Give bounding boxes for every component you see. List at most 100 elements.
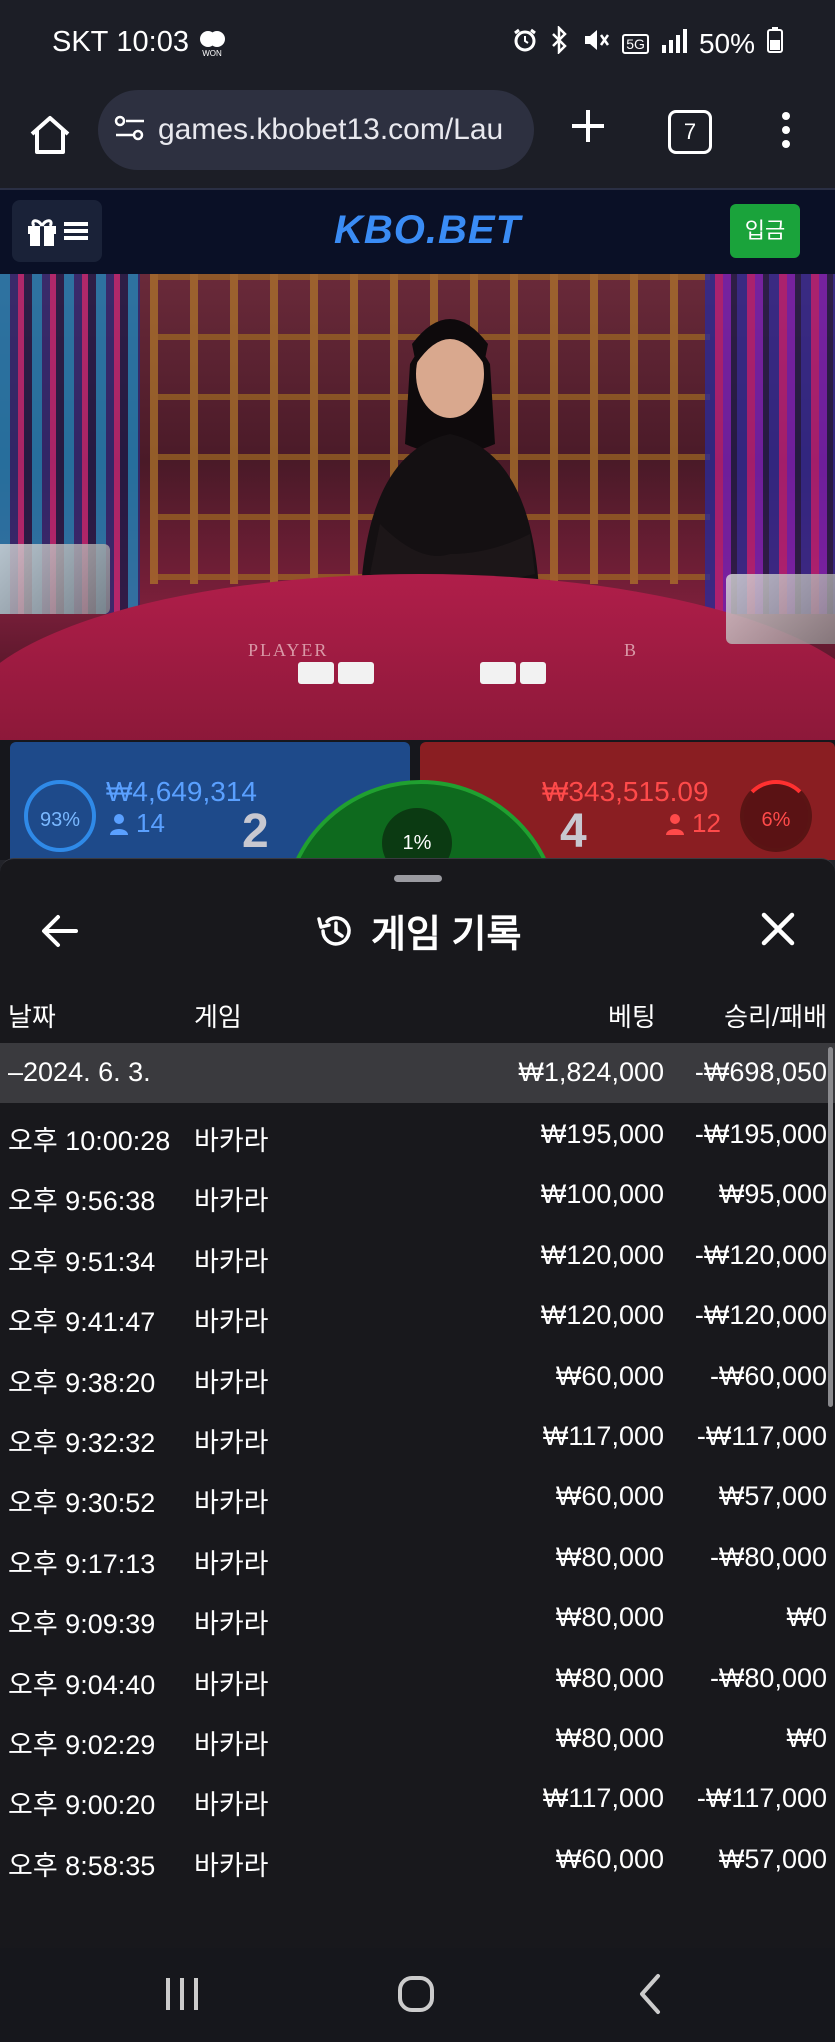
home-nav-button[interactable] bbox=[396, 1974, 436, 2019]
user-icon bbox=[666, 813, 684, 835]
banker-score: 4 bbox=[560, 805, 587, 858]
row-bet: ₩117,000 bbox=[542, 1421, 664, 1451]
banker-users: 12 bbox=[666, 808, 721, 839]
row-game: 바카라 bbox=[194, 1790, 269, 1821]
player-amount: ₩4,649,314 bbox=[106, 776, 257, 807]
battery-icon bbox=[767, 27, 783, 60]
url-field[interactable]: games.kbobet13.com/Lau bbox=[98, 90, 534, 170]
site-header: KBO.BET 입금 bbox=[0, 188, 835, 276]
overflow-menu-button[interactable] bbox=[778, 108, 794, 156]
home-circle-icon bbox=[398, 1976, 434, 2012]
sheet-title: 게임 기록 bbox=[315, 903, 521, 958]
site-logo[interactable]: KBO.BET bbox=[334, 208, 521, 253]
player-user-count: 14 bbox=[136, 808, 165, 838]
mute-icon bbox=[582, 27, 610, 60]
sheet-title-text: 게임 기록 bbox=[371, 914, 522, 956]
row-game: 바카라 bbox=[194, 1548, 269, 1579]
player-users: 14 bbox=[110, 808, 165, 839]
more-vert-icon bbox=[782, 112, 790, 148]
history-row[interactable]: 오후 9:41:47 바카라 ₩120,000 -₩120,000 bbox=[0, 1286, 835, 1346]
status-bar: SKT 10:03 WON 5G 50% bbox=[0, 0, 835, 90]
gift-icon bbox=[28, 219, 56, 246]
browser-toolbar: games.kbobet13.com/Lau 7 bbox=[0, 90, 835, 188]
player-score: 2 bbox=[242, 805, 269, 858]
live-video: PLAYER B bbox=[0, 274, 835, 744]
row-time: 오후 9:30:52 bbox=[8, 1488, 156, 1519]
history-row[interactable]: 오후 9:56:38 바카라 ₩100,000 ₩95,000 bbox=[0, 1165, 835, 1225]
row-time: 오후 9:17:13 bbox=[8, 1548, 156, 1579]
scrollbar[interactable] bbox=[828, 1047, 833, 1407]
column-bet[interactable]: 베팅 bbox=[608, 997, 656, 1034]
arrow-left-icon bbox=[42, 915, 78, 947]
url-text: games.kbobet13.com/Lau bbox=[158, 113, 504, 146]
row-game: 바카라 bbox=[194, 1246, 269, 1277]
history-row[interactable]: 오후 9:09:39 바카라 ₩80,000 ₩0 bbox=[0, 1588, 835, 1648]
history-row[interactable]: 오후 9:30:52 바카라 ₩60,000 ₩57,000 bbox=[0, 1467, 835, 1527]
card-shoe-right bbox=[726, 574, 835, 644]
history-row[interactable]: 오후 9:38:20 바카라 ₩60,000 -₩60,000 bbox=[0, 1347, 835, 1407]
row-result: -₩195,000 bbox=[694, 1119, 827, 1149]
row-game: 바카라 bbox=[194, 1850, 269, 1881]
signal-icon bbox=[661, 28, 687, 60]
row-bet: ₩117,000 bbox=[542, 1783, 664, 1814]
deposit-button[interactable]: 입금 bbox=[730, 204, 800, 258]
table-card bbox=[338, 662, 374, 684]
column-date[interactable]: 날짜 bbox=[8, 997, 56, 1034]
row-result: -₩80,000 bbox=[709, 1662, 827, 1693]
row-result: ₩57,000 bbox=[718, 1481, 827, 1512]
column-result[interactable]: 승리/패배 bbox=[724, 997, 827, 1034]
row-result: -₩60,000 bbox=[709, 1360, 827, 1391]
row-time: 오후 8:58:35 bbox=[8, 1850, 156, 1881]
sheet-grabber[interactable] bbox=[394, 875, 442, 882]
row-time: 오후 9:09:39 bbox=[8, 1609, 156, 1640]
row-time: 오후 9:00:20 bbox=[8, 1790, 156, 1821]
site-settings-icon[interactable] bbox=[114, 113, 146, 148]
history-row[interactable]: 오후 10:00:28 바카라 ₩195,000 -₩195,000 bbox=[0, 1105, 835, 1165]
history-row[interactable]: 오후 9:04:40 바카라 ₩80,000 -₩80,000 bbox=[0, 1649, 835, 1709]
back-button[interactable] bbox=[36, 907, 84, 955]
history-row[interactable]: 오후 9:02:29 바카라 ₩80,000 ₩0 bbox=[0, 1709, 835, 1769]
right-curtain bbox=[705, 274, 835, 614]
row-game: 바카라 bbox=[194, 1186, 269, 1217]
row-bet: ₩80,000 bbox=[555, 1602, 664, 1633]
summary-date: –2024. 6. 3. bbox=[8, 1057, 151, 1087]
won-app-icon: WON bbox=[197, 29, 227, 58]
recents-button[interactable] bbox=[164, 1974, 200, 2019]
row-bet: ₩80,000 bbox=[555, 1541, 664, 1572]
history-row[interactable]: 오후 9:17:13 바카라 ₩80,000 -₩80,000 bbox=[0, 1528, 835, 1588]
row-time: 오후 9:04:40 bbox=[8, 1669, 156, 1700]
history-row[interactable]: 오후 9:32:32 바카라 ₩117,000 -₩117,000 bbox=[0, 1407, 835, 1467]
battery-percent: 50% bbox=[698, 27, 755, 59]
history-row[interactable]: 오후 9:00:20 바카라 ₩117,000 -₩117,000 bbox=[0, 1769, 835, 1829]
row-time: 오후 9:51:34 bbox=[8, 1246, 156, 1277]
row-time: 오후 9:32:32 bbox=[8, 1428, 156, 1458]
row-game: 바카라 bbox=[194, 1428, 269, 1458]
row-time: 오후 9:38:20 bbox=[8, 1367, 156, 1398]
close-button[interactable] bbox=[756, 907, 800, 951]
row-result: ₩95,000 bbox=[718, 1179, 827, 1210]
history-row[interactable]: 오후 9:51:34 바카라 ₩120,000 -₩120,000 bbox=[0, 1226, 835, 1286]
table-card bbox=[480, 662, 516, 684]
row-bet: ₩60,000 bbox=[555, 1481, 664, 1512]
status-left: SKT 10:03 WON bbox=[52, 26, 227, 59]
menu-button[interactable] bbox=[12, 200, 102, 262]
history-icon bbox=[317, 915, 351, 946]
chevron-left-icon bbox=[640, 1974, 660, 2014]
history-row[interactable]: 오후 8:58:35 바카라 ₩60,000 ₩57,000 bbox=[0, 1830, 835, 1890]
home-button[interactable] bbox=[26, 112, 74, 160]
row-result: -₩120,000 bbox=[694, 1239, 827, 1270]
row-bet: ₩60,000 bbox=[555, 1843, 664, 1874]
row-time: 오후 9:56:38 bbox=[8, 1186, 156, 1217]
new-tab-button[interactable] bbox=[566, 104, 610, 148]
summary-bet: ₩1,824,000 bbox=[518, 1057, 664, 1087]
row-time: 오후 10:00:28 bbox=[8, 1126, 171, 1156]
close-icon bbox=[761, 912, 795, 946]
tab-switcher-button[interactable]: 7 bbox=[668, 110, 712, 154]
felt-player-label: PLAYER bbox=[248, 640, 329, 660]
row-result: ₩0 bbox=[786, 1602, 828, 1633]
row-result: -₩117,000 bbox=[696, 1421, 827, 1451]
date-summary-row[interactable]: –2024. 6. 3. ₩1,824,000 -₩698,050 bbox=[0, 1043, 835, 1103]
column-game[interactable]: 게임 bbox=[194, 997, 242, 1034]
row-time: 오후 9:02:29 bbox=[8, 1730, 156, 1760]
back-nav-button[interactable] bbox=[636, 1972, 664, 2021]
